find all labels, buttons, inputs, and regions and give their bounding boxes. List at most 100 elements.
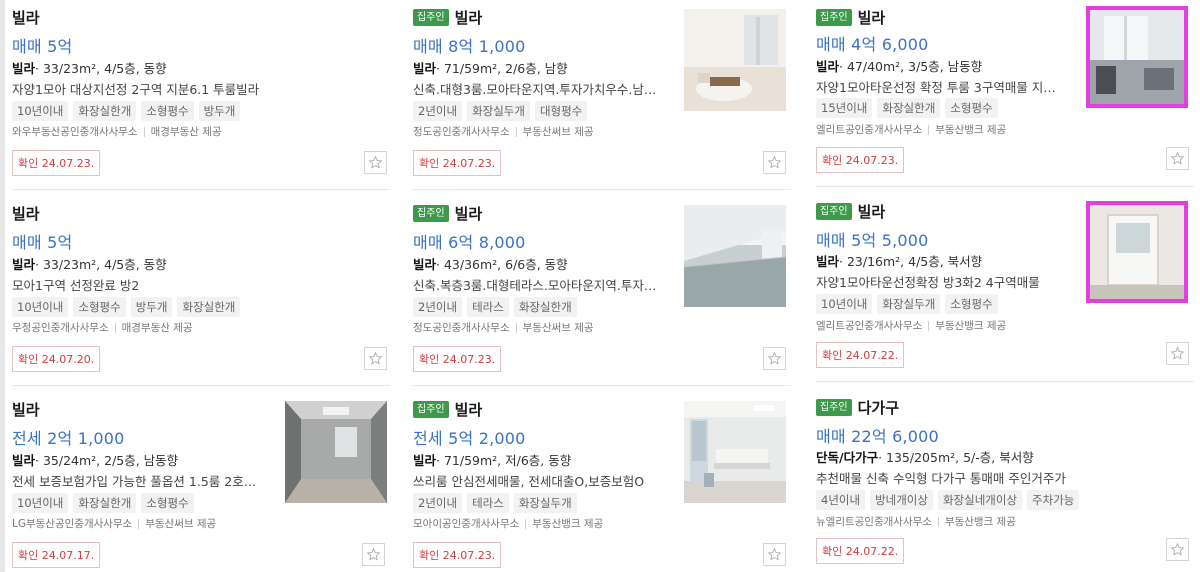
price: 매매 6억 8,000 [413, 233, 526, 252]
listing-card[interactable]: 집주인 빌라 매매 4억 6,000 빌라· 47/40m², 3/5층, 남동… [816, 0, 1194, 190]
price: 매매 5억 [12, 233, 73, 252]
title-row: 집주인 다가구 [816, 397, 899, 418]
title-row: 집주인 빌라 [816, 7, 885, 28]
favorite-button[interactable] [1166, 538, 1189, 561]
agent-line: 정도공인중개사사무소 부동산써브 제공 [413, 124, 594, 139]
agent-name[interactable]: 엘리트공인중개사사무소 [816, 318, 922, 333]
spec-label: 빌라 [12, 453, 36, 468]
spec-detail: · 47/40m², 3/5층, 남동향 [839, 59, 983, 74]
star-icon [1170, 346, 1185, 360]
agent-name[interactable]: 우정공인중개사사무소 [12, 320, 109, 335]
property-type: 빌라 [12, 9, 40, 27]
title-row: 빌라 [12, 203, 40, 224]
spec-label: 빌라 [816, 59, 840, 74]
favorite-button[interactable] [1166, 342, 1189, 365]
owner-badge: 집주인 [413, 9, 449, 26]
row-divider [816, 186, 1194, 187]
room-photo[interactable] [1086, 6, 1188, 108]
row-divider [816, 381, 1194, 382]
tag: 10년이내 [816, 294, 873, 314]
listing-card[interactable]: 빌라 전세 2억 1,000 빌라· 35/24m², 2/5층, 남동향 전세… [12, 392, 390, 572]
row-divider [413, 189, 791, 190]
listing-card[interactable]: 집주인 빌라 매매 6억 8,000 빌라· 43/36m², 6/6층, 동향… [413, 196, 791, 386]
tag: 대형평수 [534, 101, 588, 121]
confirm-date-badge: 확인 24.07.23. [413, 150, 502, 176]
listing-card[interactable]: 집주인 빌라 전세 5억 2,000 빌라· 71/59m², 저/6층, 동향… [413, 392, 791, 572]
owner-badge: 집주인 [413, 205, 449, 222]
spec-detail: · 43/36m², 6/6층, 동향 [436, 257, 568, 272]
title-row: 빌라 [12, 7, 40, 28]
page-left-edge [0, 0, 5, 572]
owner-badge: 집주인 [816, 399, 852, 416]
favorite-button[interactable] [763, 151, 786, 174]
divider [525, 518, 527, 529]
listing-card[interactable]: 집주인 다가구 매매 22억 6,000 단독/다가구· 135/205m², … [816, 390, 1194, 572]
bright-room-photo[interactable] [684, 401, 786, 503]
row-divider [12, 385, 390, 386]
agent-name[interactable]: 정도공인중개사사무소 [413, 320, 510, 335]
agent-name[interactable]: 와우부동산공인중개사사무소 [12, 124, 138, 139]
description: 자양1모아타운선정 확정 투룸 3구역매물 지… [816, 80, 1056, 95]
agent-name[interactable]: 엘리트공인중개사사무소 [816, 122, 922, 137]
spec-line: 단독/다가구· 135/205m², 5/-층, 북서향 [816, 447, 1034, 466]
tag-list: 15년이내 화장실한개 소형평수 [816, 98, 998, 118]
divider [928, 320, 930, 331]
agent-name[interactable]: LG부동산공인중개사사무소 [12, 516, 132, 531]
description: 전세 보증보험가입 가능한 풀옵션 1.5룸 2호… [12, 474, 257, 489]
spec-line: 빌라· 23/16m², 4/5층, 북서향 [816, 251, 982, 270]
price: 매매 4억 6,000 [816, 35, 929, 54]
property-type: 다가구 [857, 399, 900, 417]
favorite-button[interactable] [763, 543, 786, 566]
title-row: 빌라 [12, 399, 40, 420]
confirm-date-badge: 확인 24.07.17. [12, 542, 101, 568]
confirm-date-badge: 확인 24.07.20. [12, 346, 101, 372]
favorite-button[interactable] [364, 347, 387, 370]
agent-name[interactable]: 뉴엘리트공인중개사사무소 [816, 514, 932, 529]
spec-label: 빌라 [413, 61, 437, 76]
listing-card[interactable]: 빌라 매매 5억 빌라· 33/23m², 4/5층, 동향 자양1모아 대상지… [12, 0, 390, 190]
tag: 소형평수 [73, 297, 126, 317]
spec-line: 빌라· 43/36m², 6/6층, 동향 [413, 254, 568, 273]
favorite-button[interactable] [362, 543, 385, 566]
title-row: 집주인 빌라 [413, 203, 482, 224]
provider: 매경부동산 제공 [150, 126, 222, 138]
favorite-button[interactable] [1166, 147, 1189, 170]
agent-line: 모아이공인중개사사무소 부동산뱅크 제공 [413, 516, 603, 531]
tag: 2년이내 [413, 101, 463, 121]
agent-name[interactable]: 모아이공인중개사사무소 [413, 516, 519, 531]
tag-list: 10년이내 화장실한개 소형평수 [12, 493, 194, 513]
tag: 화장실한개 [73, 493, 137, 513]
living-room-photo[interactable] [684, 9, 786, 111]
spec-line: 빌라· 71/59m², 2/6층, 남향 [413, 58, 568, 77]
favorite-button[interactable] [763, 347, 786, 370]
description: 신축.복층3룸.대형테라스.모아타운지역.투자… [413, 278, 657, 293]
favorite-button[interactable] [364, 151, 387, 174]
tag: 2년이내 [413, 493, 463, 513]
listing-card[interactable]: 빌라 매매 5억 빌라· 33/23m², 4/5층, 동향 모아1구역 선정완… [12, 196, 390, 386]
divider [928, 124, 930, 135]
agent-name[interactable]: 정도공인중개사사무소 [413, 124, 510, 139]
empty-room-photo[interactable] [285, 401, 387, 503]
spec-line: 빌라· 33/23m², 4/5층, 동향 [12, 254, 167, 273]
property-type: 빌라 [454, 205, 483, 223]
provider: 부동산뱅크 제공 [532, 518, 604, 530]
agent-line: 정도공인중개사사무소 부동산써브 제공 [413, 320, 594, 335]
divider [515, 322, 517, 333]
spec-detail: · 33/23m², 4/5층, 동향 [35, 257, 167, 272]
window-photo[interactable] [1086, 201, 1188, 303]
star-icon [366, 547, 381, 561]
provider: 부동산뱅크 제공 [935, 320, 1007, 332]
spec-detail: · 71/59m², 2/6층, 남향 [436, 61, 568, 76]
price: 매매 5억 [12, 37, 73, 56]
listing-card[interactable]: 집주인 빌라 매매 5억 5,000 빌라· 23/16m², 4/5층, 북서… [816, 194, 1194, 384]
divider [937, 516, 939, 527]
price: 전세 2억 1,000 [12, 429, 125, 448]
confirm-date-badge: 확인 24.07.23. [413, 346, 502, 372]
spec-line: 빌라· 35/24m², 2/5층, 남동향 [12, 450, 178, 469]
spec-label: 빌라 [12, 61, 36, 76]
terrace-photo[interactable] [684, 205, 786, 307]
property-type: 빌라 [12, 205, 40, 223]
tag: 화장실두개 [513, 493, 577, 513]
spec-line: 빌라· 33/23m², 4/5층, 동향 [12, 58, 167, 77]
listing-card[interactable]: 집주인 빌라 매매 8억 1,000 빌라· 71/59m², 2/6층, 남향… [413, 0, 791, 190]
